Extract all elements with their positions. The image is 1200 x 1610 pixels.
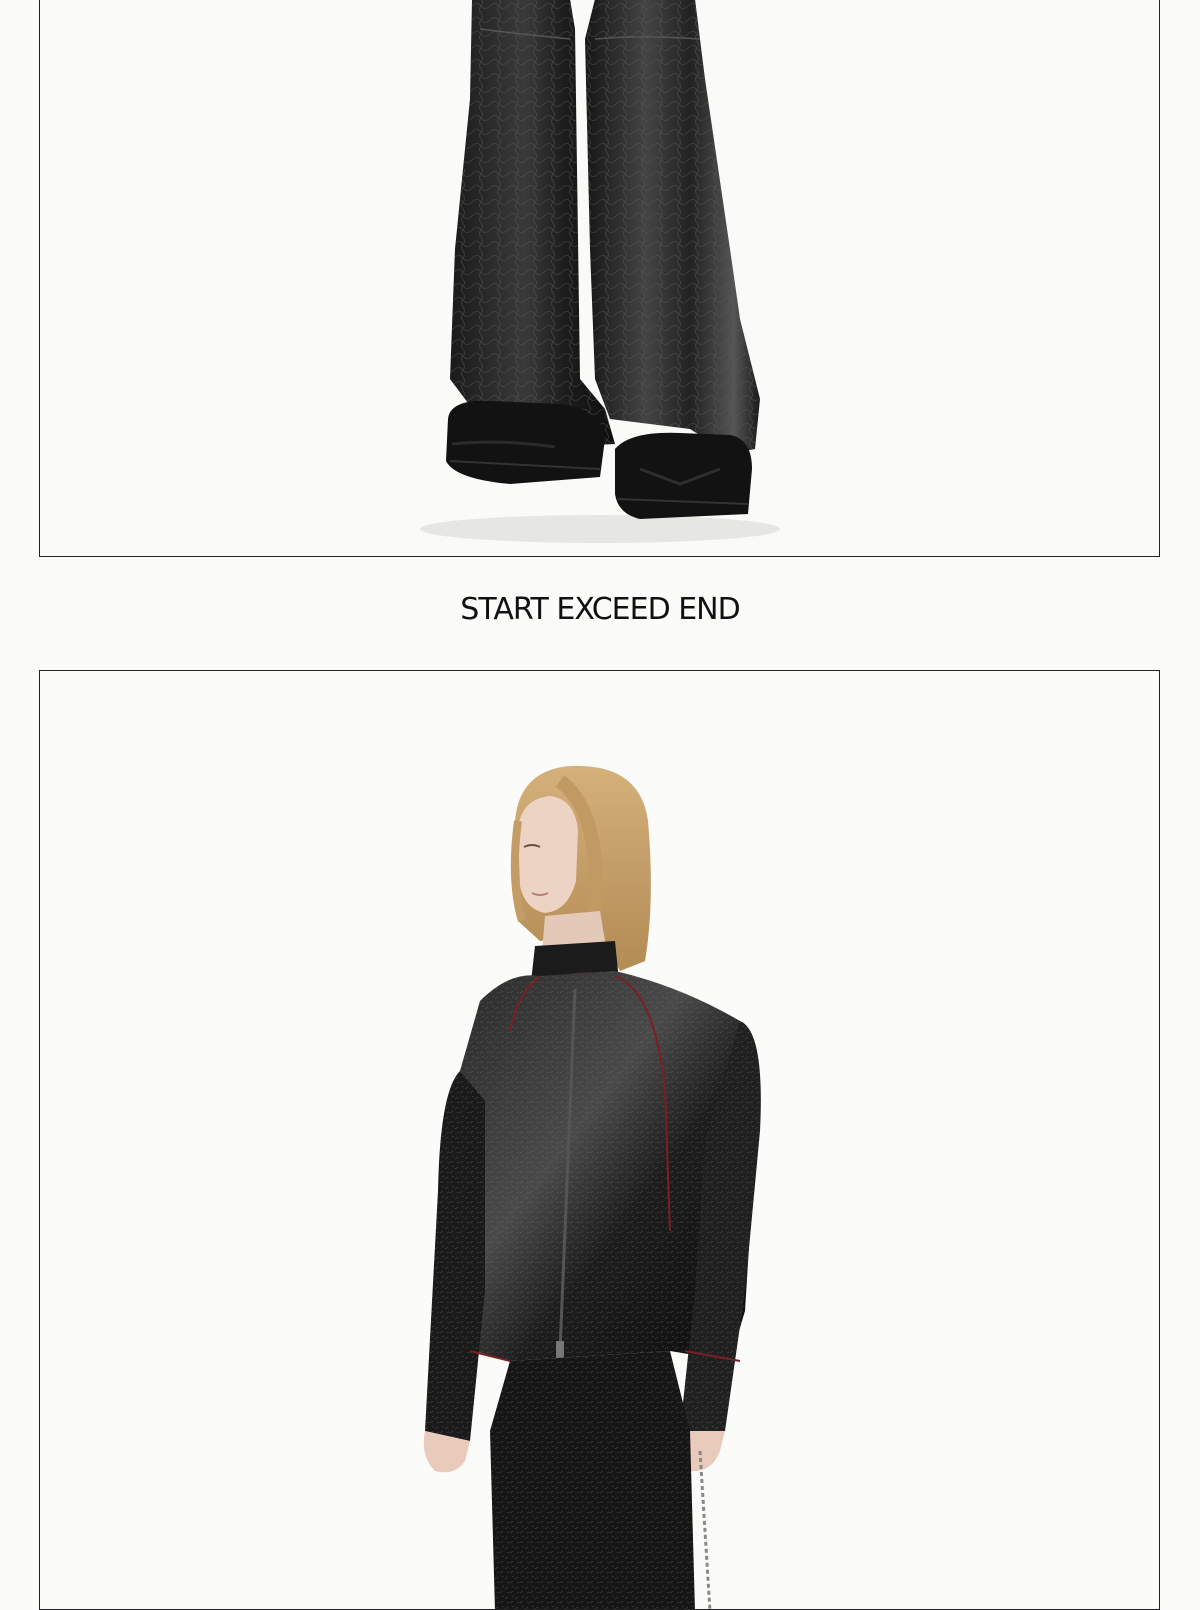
section-title: START EXCEED END: [460, 592, 740, 627]
lookbook-photo-trousers-boots: [39, 0, 1160, 557]
right-platform-boot: [615, 432, 752, 519]
lookbook-photo-jacket-model: [39, 670, 1160, 1610]
jacket-model-illustration: [40, 671, 1159, 1609]
face: [518, 796, 578, 913]
trousers-boots-illustration: [40, 0, 1159, 556]
